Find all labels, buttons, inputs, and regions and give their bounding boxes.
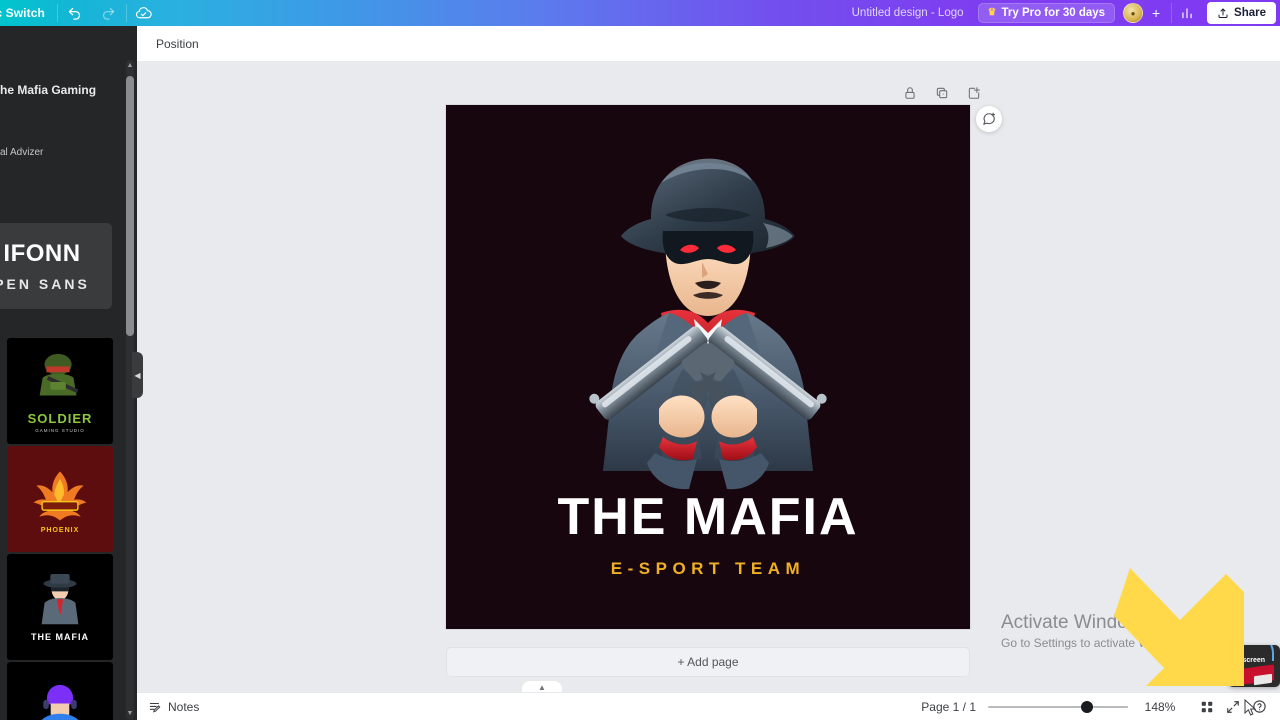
thumbnail-title: PHOENIX	[40, 526, 80, 534]
grid-view-icon[interactable]	[1194, 696, 1220, 718]
notes-button[interactable]: Notes	[148, 700, 199, 714]
top-toolbar: ic Switch Untitled design - Logo ♛ Try P…	[0, 0, 1280, 26]
duplicate-icon[interactable]	[931, 82, 953, 104]
template-thumbnail-phoenix[interactable]: PHOENIX	[7, 446, 113, 552]
soldier-mascot-art	[39, 353, 79, 396]
share-label: Share	[1234, 7, 1266, 19]
zoom-slider-knob[interactable]	[1081, 700, 1093, 713]
mouse-cursor	[1244, 699, 1257, 716]
template-thumbnail-the-mafia[interactable]: THE MAFIA	[7, 554, 113, 660]
gamer-mascot-art	[41, 684, 79, 720]
notes-label: Notes	[168, 699, 200, 714]
top-toolbar-left: ic Switch	[0, 0, 161, 26]
sidebar-heading: he Mafia Gaming	[0, 83, 97, 97]
scroll-up-arrow-icon[interactable]: ▲	[126, 60, 134, 72]
mafia-gangster-mascot	[589, 158, 827, 490]
page-indicator: Page 1 / 1	[921, 699, 976, 714]
zoom-slider[interactable]	[988, 700, 1128, 714]
property-toolbar: Position	[137, 26, 1280, 62]
notes-icon	[149, 702, 161, 712]
crown-icon: ♛	[987, 7, 997, 18]
design-canvas[interactable]: THE MAFIA E-SPORT TEAM	[446, 105, 970, 629]
lock-icon[interactable]	[899, 82, 921, 104]
scroll-down-arrow-icon[interactable]: ▼	[126, 708, 134, 720]
sidebar-collapse-handle[interactable]: ◀	[132, 352, 143, 398]
position-button[interactable]: Position	[147, 33, 208, 55]
add-member-button[interactable]: +	[1145, 3, 1167, 23]
chevron-up-icon: ▲	[538, 683, 546, 692]
yellow-arrow-annotation	[1114, 568, 1244, 686]
try-pro-button[interactable]: ♛ Try Pro for 30 days	[977, 3, 1116, 23]
avatar[interactable]: ●	[1123, 3, 1144, 23]
zoom-slider-track	[988, 705, 1128, 708]
undo-icon[interactable]	[58, 0, 92, 26]
share-upload-icon	[1218, 8, 1228, 18]
add-to-folder-icon[interactable]	[963, 82, 985, 104]
zoom-level-value[interactable]: 148%	[1140, 700, 1180, 714]
magic-switch-button[interactable]: ic Switch	[0, 6, 57, 20]
design-title[interactable]: Untitled design - Logo	[852, 7, 964, 19]
template-thumbnail-gamer[interactable]: GAMER	[7, 662, 113, 720]
bar-chart-icon[interactable]	[1171, 3, 1201, 23]
logo-artwork: THE MAFIA E-SPORT TEAM	[446, 105, 970, 629]
comment-plus-icon[interactable]	[976, 106, 1002, 132]
left-sidebar: he Mafia Gaming al Advizer IFONN PEN SAN…	[0, 26, 137, 720]
fullscreen-icon[interactable]	[1220, 696, 1246, 718]
mafia-mascot-art	[41, 573, 79, 625]
zoom-slider-end-tick	[1126, 705, 1128, 708]
cloud-check-icon[interactable]	[127, 0, 161, 26]
chevron-left-icon: ◀	[134, 370, 141, 380]
bottom-bar-right: Page 1 / 1 148%	[921, 696, 1280, 718]
add-page-button[interactable]: + Add page	[446, 647, 970, 677]
thumbnail-title: SOLDIER	[27, 411, 93, 426]
logo-title: THE MAFIA	[557, 488, 859, 546]
hint-keyboard-key	[1254, 673, 1272, 686]
font-card-primary-label: IFONN	[3, 240, 81, 267]
object-tools	[899, 82, 985, 104]
template-thumbnail-soldier[interactable]: SOLDIER GAMING STUDIO	[7, 338, 113, 444]
thumbnail-subtitle: GAMING STUDIO	[35, 428, 85, 433]
redo-icon[interactable]	[92, 0, 126, 26]
sidebar-subheading: al Advizer	[0, 147, 44, 158]
logo-subtitle: E-SPORT TEAM	[610, 559, 806, 578]
bottom-status-bar: Notes Page 1 / 1 148%	[137, 692, 1280, 720]
font-combination-card[interactable]: IFONN PEN SANS	[0, 223, 112, 309]
share-button[interactable]: Share	[1207, 2, 1276, 24]
font-card-secondary-label: PEN SANS	[0, 276, 90, 292]
thumbnail-title: THE MAFIA	[31, 632, 89, 642]
phoenix-mascot-art	[33, 470, 87, 521]
try-pro-label: Try Pro for 30 days	[1001, 7, 1106, 19]
top-toolbar-right: Untitled design - Logo ♛ Try Pro for 30 …	[852, 0, 1280, 26]
scrollbar-thumb[interactable]	[126, 76, 134, 336]
